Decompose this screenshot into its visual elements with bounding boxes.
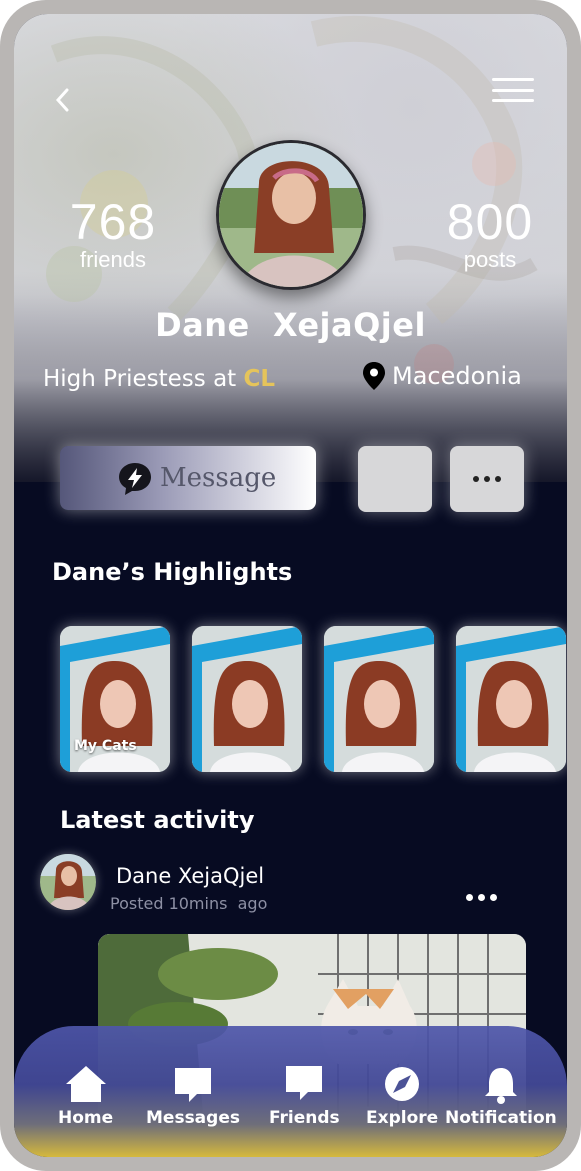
highlight-item[interactable] [192,626,302,772]
friends-count: 768 [69,194,157,250]
profile-name: Dane XejaQjel [155,306,426,344]
highlight-item[interactable] [324,626,434,772]
highlight-item[interactable] [456,626,566,772]
more-dots-icon [466,894,497,901]
posts-label: posts [463,247,517,272]
chevron-left-icon [55,88,69,112]
location-pin-icon [363,362,385,390]
nav-messages[interactable]: Messages [146,1064,240,1128]
job-title: High Priestess at CL [43,366,275,392]
nav-friends-label: Friends [269,1108,340,1128]
posts-stat[interactable]: 800 posts [430,196,550,272]
messages-icon [174,1068,211,1102]
friends-label: friends [79,247,147,272]
bottom-nav: Home Messages Friends Explore Notificati… [14,1026,567,1157]
highlight-thumbnail [456,626,566,772]
highlight-caption: My Cats [74,738,137,754]
post-author-name[interactable]: Dane XejaQjel [116,864,264,888]
home-icon [65,1066,106,1102]
location-text: Macedonia [392,362,522,390]
profile-header: 768 friends 800 posts Dane XejaQjel High… [14,14,567,482]
back-button[interactable] [48,84,76,116]
profile-photo [219,143,363,287]
nav-notification[interactable]: Notification [445,1064,557,1128]
message-button[interactable]: Message [60,446,316,510]
highlight-thumbnail [192,626,302,772]
nav-explore-label: Explore [366,1108,439,1128]
more-dots-icon [473,476,501,482]
post-author-avatar[interactable] [40,854,96,910]
compass-icon [385,1067,420,1101]
nav-home-label: Home [58,1108,114,1128]
nav-home[interactable]: Home [58,1064,113,1128]
nav-explore[interactable]: Explore [366,1064,438,1128]
menu-bar [492,78,534,81]
posts-count: 800 [446,194,534,250]
message-button-label: Message [160,463,277,493]
nav-friends[interactable]: Friends [269,1064,340,1128]
hamburger-menu-button[interactable] [492,74,534,106]
activity-title: Latest activity [60,806,255,834]
job-prefix: High Priestess at [43,366,244,392]
bell-icon [484,1068,517,1104]
device-frame: 768 friends 800 posts Dane XejaQjel High… [0,0,581,1171]
post-author-photo [40,854,96,910]
post-more-button[interactable] [466,894,497,901]
highlight-item[interactable]: My Cats [60,626,170,772]
job-company: CL [243,366,276,392]
friends-stat[interactable]: 768 friends [58,196,168,272]
friends-icon [286,1066,323,1100]
highlights-row[interactable]: My Cats [60,626,567,776]
post-timestamp: Posted 10mins ago [110,894,268,913]
highlights-title: Dane’s Highlights [52,558,293,586]
blank-action-button[interactable] [358,446,432,512]
menu-bar [492,99,534,102]
messenger-icon [119,463,151,495]
nav-notification-label: Notification [445,1108,557,1128]
highlight-thumbnail [324,626,434,772]
menu-bar [492,88,534,92]
profile-avatar[interactable] [216,140,366,290]
nav-messages-label: Messages [146,1108,240,1128]
more-options-button[interactable] [450,446,524,512]
location: Macedonia [362,361,522,391]
app-screen: 768 friends 800 posts Dane XejaQjel High… [14,14,567,1157]
